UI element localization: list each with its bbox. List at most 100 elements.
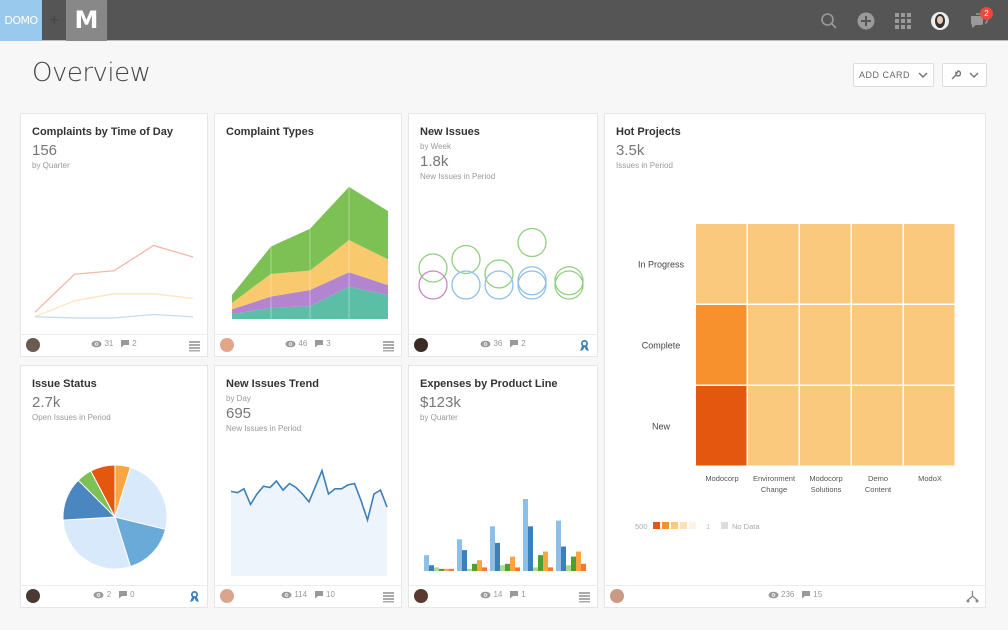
- bar-green: [571, 556, 576, 571]
- comments-count: 2: [132, 339, 137, 349]
- table-icon[interactable]: [382, 590, 395, 603]
- app-logo[interactable]: M: [66, 0, 107, 41]
- legend-min-label: 1: [706, 522, 710, 531]
- bar-green: [538, 555, 543, 571]
- card-complaint-types[interactable]: Complaint Types 46 3: [214, 113, 402, 357]
- card-stats: 14 1: [409, 590, 597, 599]
- heatmap-cell: [904, 305, 955, 385]
- heatmap-cell: [800, 224, 851, 304]
- card-new-issues[interactable]: New Issues by Week 1.8k New Issues in Perio…: [408, 113, 598, 357]
- bar-light-green: [434, 567, 439, 571]
- legend-swatch: [689, 522, 696, 529]
- legend-no-data-label: No Data: [732, 522, 760, 531]
- card-complaints-by-time-of-day[interactable]: Complaints by Time of Day 156 by Quarter 3…: [20, 113, 208, 357]
- scatter-point: [451, 244, 481, 275]
- heatmap-cell: [800, 305, 851, 385]
- comments-icon[interactable]: [118, 590, 128, 599]
- bar-red-orange: [581, 563, 586, 571]
- award-icon[interactable]: [188, 590, 201, 603]
- bar-red-orange: [548, 567, 553, 571]
- scatter-point: [418, 270, 448, 300]
- heatmap-column-label: Demo: [868, 474, 888, 483]
- bar-dark-blue: [495, 542, 500, 571]
- scatter-point: [418, 253, 448, 283]
- add-card-button[interactable]: ADD CARD: [853, 63, 934, 87]
- comments-icon[interactable]: [314, 339, 324, 348]
- heatmap-cell: [800, 386, 851, 466]
- heatmap-column-label: Solutions: [811, 485, 842, 494]
- bar-light-green: [500, 565, 505, 571]
- card-expenses-by-product-line[interactable]: Expenses by Product Line $123k by Quarter …: [408, 365, 598, 608]
- bar-orange: [510, 556, 515, 571]
- comments-count: 3: [326, 339, 331, 349]
- user-avatar[interactable]: [930, 11, 950, 31]
- card-chart[interactable]: In Progress Complete New Modocorp Environmen…: [605, 114, 987, 587]
- award-icon[interactable]: [578, 339, 591, 352]
- card-chart[interactable]: [215, 114, 403, 336]
- scatter-point: [484, 270, 514, 300]
- views-count: 14: [493, 590, 503, 600]
- card-footer: 36 2: [409, 334, 597, 356]
- hierarchy-icon[interactable]: [966, 590, 979, 603]
- comments-icon[interactable]: [120, 339, 130, 348]
- legend-swatch: [653, 522, 660, 529]
- comments-icon[interactable]: [509, 339, 519, 348]
- comments-count: 1: [521, 590, 526, 600]
- bar-light-blue: [556, 520, 561, 571]
- search-icon[interactable]: [819, 11, 839, 31]
- table-icon[interactable]: [578, 590, 591, 603]
- chevron-down-icon: [918, 71, 928, 78]
- comments-icon[interactable]: [509, 590, 519, 599]
- bar-dark-blue: [561, 546, 566, 571]
- heatmap-cell: [852, 386, 903, 466]
- card-issue-status[interactable]: Issue Status 2.7k Open Issues in Period 2 …: [20, 365, 208, 608]
- legend-no-data-swatch: [721, 522, 728, 529]
- views-eye-icon: [281, 591, 292, 599]
- card-chart[interactable]: [21, 114, 209, 336]
- card-chart[interactable]: [409, 114, 599, 336]
- bar-light-green: [566, 565, 571, 571]
- comments-icon[interactable]: [314, 590, 324, 599]
- views-eye-icon: [768, 591, 779, 599]
- card-new-issues-trend[interactable]: New Issues Trend by Day 695 New Issues in P…: [214, 365, 402, 608]
- domo-logo[interactable]: DOMO: [0, 0, 42, 41]
- bar-orange: [477, 560, 482, 571]
- card-chart[interactable]: [21, 366, 209, 587]
- add-card-label: ADD CARD: [858, 70, 910, 80]
- heatmap-row-label: New: [652, 422, 671, 432]
- table-icon[interactable]: [382, 339, 395, 352]
- bar-red-orange: [482, 567, 487, 571]
- card-stats: 236 15: [605, 590, 985, 599]
- bar-light-blue: [490, 526, 495, 571]
- bar-red-orange: [515, 567, 520, 571]
- heatmap-cell: [852, 305, 903, 385]
- heatmap-cell: [748, 224, 799, 304]
- scatter-point: [517, 227, 547, 258]
- table-icon[interactable]: [188, 339, 201, 352]
- heatmap-row-label: In Progress: [638, 260, 685, 270]
- trend-area-fill: [231, 470, 387, 576]
- card-stats: 114 10: [215, 590, 401, 599]
- card-hot-projects[interactable]: Hot Projects 3.5k Issues in Period In Progr…: [604, 113, 986, 608]
- add-circle-icon[interactable]: [856, 11, 876, 31]
- bar-orange: [444, 568, 449, 571]
- legend-swatch: [680, 522, 687, 529]
- card-footer: 236 15: [605, 585, 985, 607]
- comments-icon[interactable]: [801, 590, 811, 599]
- card-chart[interactable]: [409, 366, 599, 587]
- card-chart[interactable]: [215, 366, 403, 587]
- wrench-icon: [951, 69, 961, 79]
- bar-orange: [543, 551, 548, 571]
- bar-green: [505, 563, 510, 571]
- card-footer: 2 0: [21, 585, 207, 607]
- bar-red-orange: [449, 568, 454, 571]
- heatmap-column-label: Content: [865, 485, 892, 494]
- tools-menu-button[interactable]: [942, 63, 987, 87]
- plus-separator: +: [49, 12, 59, 29]
- apps-grid-icon[interactable]: [893, 11, 913, 31]
- top-bar: DOMO + M 2: [0, 0, 1008, 41]
- scatter-point: [451, 270, 481, 300]
- views-count: 36: [493, 339, 503, 349]
- views-count: 31: [104, 339, 114, 349]
- views-eye-icon: [91, 340, 102, 348]
